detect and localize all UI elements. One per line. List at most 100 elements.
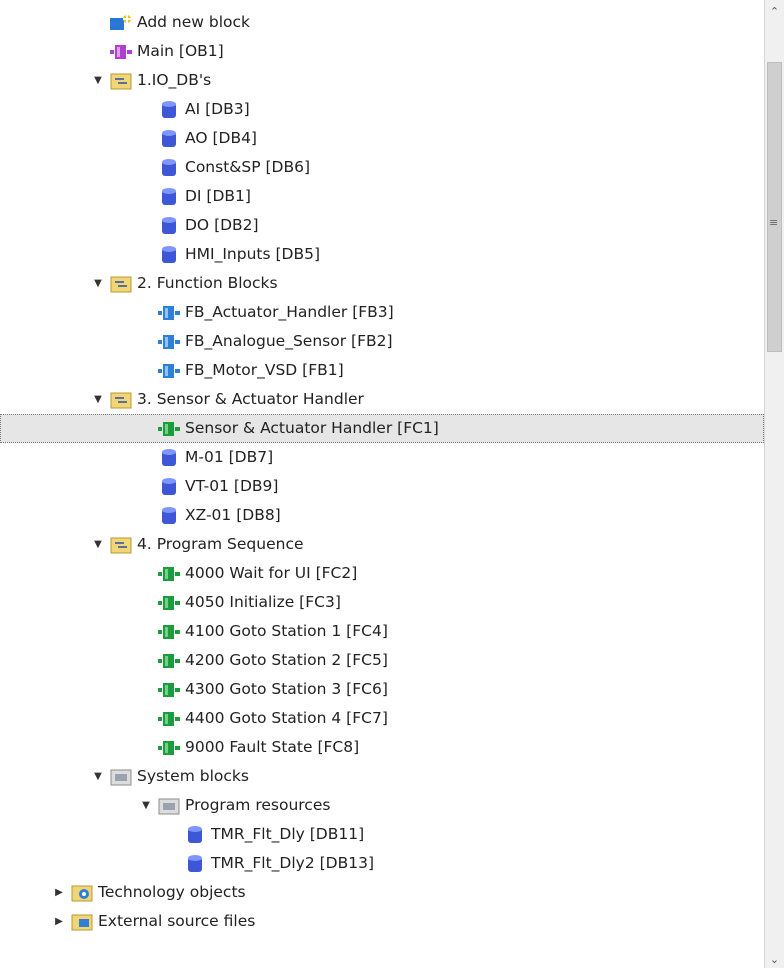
tree-item[interactable]: 4300 Goto Station 3 [FC6]: [0, 675, 764, 704]
tree-item[interactable]: HMI_Inputs [DB5]: [0, 240, 764, 269]
tree-item[interactable]: DO [DB2]: [0, 211, 764, 240]
collapse-arrow-icon[interactable]: ▼: [92, 269, 104, 298]
tree-item[interactable]: ▼ 3. Sensor & Actuator Handler: [0, 385, 764, 414]
tree-item-label: TMR_Flt_Dly2 [DB13]: [211, 854, 374, 872]
folder-icon: [110, 535, 132, 555]
fc-block-icon: [158, 738, 180, 758]
fc-block-icon: [158, 680, 180, 700]
tree-item[interactable]: ▼ Program resources: [0, 791, 764, 820]
fc-block-icon: [158, 564, 180, 584]
collapse-arrow-icon[interactable]: ▼: [92, 66, 104, 95]
tree-item[interactable]: FB_Motor_VSD [FB1]: [0, 356, 764, 385]
fb-block-icon: [158, 361, 180, 381]
add-block-icon: [110, 13, 132, 33]
tree-item-label: 2. Function Blocks: [137, 274, 278, 292]
tree-item[interactable]: VT-01 [DB9]: [0, 472, 764, 501]
tree-item[interactable]: TMR_Flt_Dly2 [DB13]: [0, 849, 764, 878]
db-icon: [158, 506, 180, 526]
tree-item[interactable]: ▼ 4. Program Sequence: [0, 530, 764, 559]
tree-item[interactable]: ▼ 2. Function Blocks: [0, 269, 764, 298]
tree-item-label: Program resources: [185, 796, 331, 814]
tree-item[interactable]: AO [DB4]: [0, 124, 764, 153]
tree-item-label: 9000 Fault State [FC8]: [185, 738, 360, 756]
tree-item-label: 4. Program Sequence: [137, 535, 304, 553]
db-icon: [158, 100, 180, 120]
ob-block-icon: [110, 42, 132, 62]
expand-arrow-icon[interactable]: ▶: [53, 878, 65, 907]
tree-item[interactable]: 9000 Fault State [FC8]: [0, 733, 764, 762]
tree-item-label: 4400 Goto Station 4 [FC7]: [185, 709, 388, 727]
scrollbar-thumb[interactable]: [767, 62, 782, 352]
collapse-arrow-icon[interactable]: ▼: [92, 762, 104, 791]
tree-item[interactable]: ▼ System blocks: [0, 762, 764, 791]
tree-item[interactable]: DI [DB1]: [0, 182, 764, 211]
tree-item-label: System blocks: [137, 767, 249, 785]
tree-item[interactable]: ▼ 1.IO_DB's: [0, 66, 764, 95]
external-source-icon: [71, 912, 93, 932]
tree-item-label: HMI_Inputs [DB5]: [185, 245, 321, 263]
fc-block-icon: [158, 651, 180, 671]
expand-arrow-icon[interactable]: ▶: [53, 907, 65, 936]
tree-item-label: 1.IO_DB's: [137, 71, 212, 89]
db-icon: [184, 825, 206, 845]
fb-block-icon: [158, 332, 180, 352]
db-icon: [158, 245, 180, 265]
tree-item-label: 4050 Initialize [FC3]: [185, 593, 341, 611]
system-folder-icon: [158, 796, 180, 816]
tree-item-label: Main [OB1]: [137, 42, 224, 60]
fc-block-icon: [158, 709, 180, 729]
fb-block-icon: [158, 303, 180, 323]
tree-item-label: XZ-01 [DB8]: [185, 506, 281, 524]
db-icon: [158, 158, 180, 178]
tree-item[interactable]: AI [DB3]: [0, 95, 764, 124]
tree-item-label: FB_Analogue_Sensor [FB2]: [185, 332, 393, 350]
fc-block-icon: [158, 593, 180, 613]
tree-item-label: 3. Sensor & Actuator Handler: [137, 390, 364, 408]
tree-item-label: 4300 Goto Station 3 [FC6]: [185, 680, 388, 698]
db-icon: [158, 216, 180, 236]
scroll-grip-icon: ≡: [769, 216, 779, 229]
tree-item[interactable]: M-01 [DB7]: [0, 443, 764, 472]
tree-item-label: AI [DB3]: [185, 100, 250, 118]
db-icon: [158, 187, 180, 207]
tree-item[interactable]: Sensor & Actuator Handler [FC1]: [0, 414, 764, 443]
tree-item-label: FB_Motor_VSD [FB1]: [185, 361, 344, 379]
scroll-down-icon[interactable]: ⌄: [765, 950, 784, 968]
tree-item[interactable]: 4200 Goto Station 2 [FC5]: [0, 646, 764, 675]
vertical-scrollbar[interactable]: ⌃ ≡ ⌄: [764, 0, 784, 968]
db-icon: [184, 854, 206, 874]
tree-item-label: FB_Actuator_Handler [FB3]: [185, 303, 394, 321]
tree-item[interactable]: ▶ Technology objects: [0, 878, 764, 907]
tree-item-label: AO [DB4]: [185, 129, 257, 147]
tree-item[interactable]: Const&SP [DB6]: [0, 153, 764, 182]
tree-item[interactable]: FB_Actuator_Handler [FB3]: [0, 298, 764, 327]
tree-item[interactable]: FB_Analogue_Sensor [FB2]: [0, 327, 764, 356]
tree-item[interactable]: XZ-01 [DB8]: [0, 501, 764, 530]
tree-item[interactable]: 4000 Wait for UI [FC2]: [0, 559, 764, 588]
tree-item[interactable]: TMR_Flt_Dly [DB11]: [0, 820, 764, 849]
tree-item[interactable]: 4050 Initialize [FC3]: [0, 588, 764, 617]
tree-item-label: VT-01 [DB9]: [185, 477, 279, 495]
project-tree: Add new block Main [OB1] ▼ 1.IO_DB's AI [DB3…: [0, 0, 764, 968]
collapse-arrow-icon[interactable]: ▼: [92, 385, 104, 414]
db-icon: [158, 129, 180, 149]
tree-item-label: TMR_Flt_Dly [DB11]: [211, 825, 365, 843]
tree-item[interactable]: Main [OB1]: [0, 37, 764, 66]
tree-item[interactable]: ▶ External source files: [0, 907, 764, 936]
tree-item-label: 4000 Wait for UI [FC2]: [185, 564, 358, 582]
tree-item-label: External source files: [98, 912, 256, 930]
technology-objects-icon: [71, 883, 93, 903]
collapse-arrow-icon[interactable]: ▼: [92, 530, 104, 559]
tree-item-label: Technology objects: [98, 883, 246, 901]
tree-item-label: DO [DB2]: [185, 216, 259, 234]
db-icon: [158, 477, 180, 497]
collapse-arrow-icon[interactable]: ▼: [140, 791, 152, 820]
tree-item[interactable]: 4100 Goto Station 1 [FC4]: [0, 617, 764, 646]
tree-item[interactable]: 4400 Goto Station 4 [FC7]: [0, 704, 764, 733]
scroll-up-icon[interactable]: ⌃: [765, 2, 784, 20]
tree-item-label: 4100 Goto Station 1 [FC4]: [185, 622, 388, 640]
tree-item[interactable]: Add new block: [0, 8, 764, 37]
system-folder-icon: [110, 767, 132, 787]
fc-block-icon: [158, 419, 180, 439]
tree-item-label: 4200 Goto Station 2 [FC5]: [185, 651, 388, 669]
